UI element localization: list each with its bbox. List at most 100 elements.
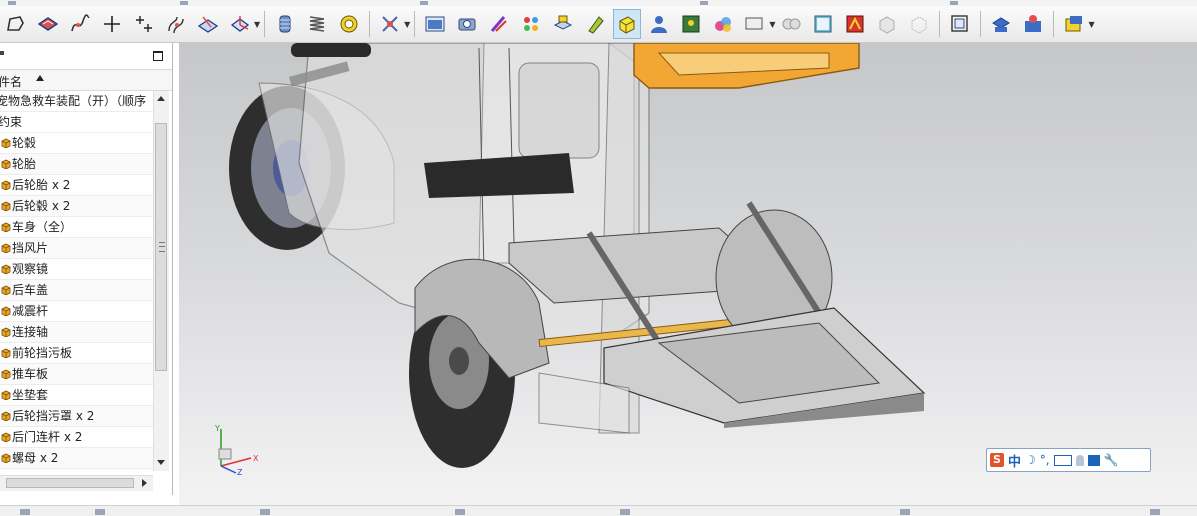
maximize-icon[interactable] <box>153 51 163 61</box>
highlight-icon[interactable] <box>582 10 608 38</box>
plane-icon[interactable] <box>195 10 221 38</box>
component-cube-icon <box>1 222 11 232</box>
dropdown-arrow-icon[interactable]: ▼ <box>769 20 775 29</box>
tree-component-row[interactable]: 后车盖 <box>0 280 153 301</box>
curve-icon[interactable] <box>67 10 93 38</box>
spring-icon[interactable] <box>304 10 330 38</box>
sort-ascending-icon[interactable] <box>36 75 44 81</box>
tree-component-row[interactable]: 推车板 <box>0 364 153 385</box>
navigator-titlebar <box>0 43 172 69</box>
tree-component-row[interactable]: 后轮胎 x 2 <box>0 175 153 196</box>
image-capture-icon[interactable] <box>678 10 704 38</box>
dropdown-arrow-icon[interactable]: ▼ <box>1088 20 1094 29</box>
observation-window[interactable] <box>518 62 600 159</box>
tree-component-row[interactable]: 后轮毂 x 2 <box>0 196 153 217</box>
datum-plane-icon[interactable] <box>35 10 61 38</box>
edit-color-icon[interactable] <box>486 10 512 38</box>
user-role-icon[interactable] <box>646 10 672 38</box>
scroll-right-icon[interactable] <box>142 479 147 487</box>
selected-face-icon[interactable] <box>613 9 642 39</box>
y-axis-label: Y <box>214 424 220 433</box>
toolbar-icon-fragment <box>950 1 958 5</box>
ime-language-toggle[interactable]: 中 <box>1008 451 1021 470</box>
pin-icon[interactable] <box>0 51 4 55</box>
ime-toolbar[interactable]: S 中 ☽ °, 🔧 <box>986 448 1151 472</box>
tree-component-row[interactable]: 后门连杆 x 2 <box>0 427 153 448</box>
tree-component-row[interactable]: 观察镜 <box>0 259 153 280</box>
component-label: 螺母 x 2 <box>12 451 59 465</box>
assembly-navigator-panel: 件名 宠物急救车装配（开）（顺序 约束 轮毂轮胎 后轮胎 x 2 后轮毂 x 2 车身… <box>0 43 173 495</box>
export-icon[interactable] <box>1020 10 1046 38</box>
screenshot-icon[interactable] <box>422 10 448 38</box>
tree-constraints-node[interactable]: 约束 <box>0 112 153 133</box>
cylinder-icon[interactable] <box>272 10 298 38</box>
scroll-down-icon[interactable] <box>157 460 165 465</box>
component-cube-icon <box>1 432 11 442</box>
component-label: 轮毂 <box>12 136 37 150</box>
component-label: 观察镜 <box>12 262 49 276</box>
tree-component-row[interactable]: 挡风片 <box>0 238 153 259</box>
tree-component-row[interactable]: 轮毂 <box>0 133 153 154</box>
material-icon[interactable] <box>518 10 544 38</box>
fit-view-icon[interactable] <box>947 10 973 38</box>
point-set-icon[interactable] <box>131 10 157 38</box>
punctuation-icon[interactable]: °, <box>1040 453 1050 467</box>
sketch-icon[interactable] <box>3 10 29 38</box>
wrench-icon[interactable]: 🔧 <box>1104 453 1119 467</box>
tree-component-row[interactable]: 减震杆 <box>0 301 153 322</box>
moon-icon[interactable]: ☽ <box>1025 453 1036 467</box>
tree-component-row[interactable]: 坐垫套 <box>0 385 153 406</box>
texture-icon[interactable] <box>810 10 836 38</box>
dropdown-arrow-icon[interactable]: ▼ <box>254 20 260 29</box>
toolbar-icon-fragment <box>455 509 465 515</box>
component-cube-icon <box>1 201 11 211</box>
hidden-part-icon[interactable] <box>906 10 932 38</box>
tree-component-row[interactable]: 车身（全） <box>0 217 153 238</box>
layer-settings-icon[interactable] <box>550 10 576 38</box>
component-label: 后门连杆 x 2 <box>12 430 83 444</box>
graphics-viewport[interactable]: Y X Z S 中 ☽ °, 🔧 <box>179 43 1197 505</box>
tree-component-row[interactable]: 螺母 x 2 <box>0 448 153 469</box>
ime-logo-icon[interactable]: S <box>990 453 1004 467</box>
render-icon[interactable] <box>454 10 480 38</box>
toolbar-separator <box>1053 11 1055 37</box>
user-icon[interactable] <box>1075 454 1084 466</box>
component-label: 车身（全） <box>12 220 73 234</box>
vertical-scrollbar[interactable] <box>153 91 169 471</box>
point-icon[interactable] <box>99 10 125 38</box>
tree-component-row[interactable]: 轮胎 <box>0 154 153 175</box>
column-header-label: 件名 <box>0 75 23 89</box>
horizontal-scrollbar[interactable] <box>0 475 153 491</box>
keyboard-icon[interactable] <box>1053 454 1072 466</box>
column-header[interactable]: 件名 <box>0 69 172 91</box>
scrollbar-thumb[interactable] <box>6 478 134 488</box>
component-cube-icon <box>1 390 11 400</box>
component-cube-icon <box>1 306 11 316</box>
skin-icon[interactable] <box>1087 454 1100 466</box>
component-cube-icon <box>1 180 11 190</box>
display-icon[interactable] <box>742 10 768 38</box>
tree-component-row[interactable]: 连接轴 <box>0 322 153 343</box>
datum-csys-icon[interactable] <box>227 10 253 38</box>
vehicle-3d-model[interactable] <box>179 43 1197 505</box>
part-icon[interactable] <box>874 10 900 38</box>
assembly-constraint-icon[interactable] <box>377 10 403 38</box>
bearing-icon[interactable] <box>336 10 362 38</box>
component-label: 轮子 x 4 <box>12 469 58 471</box>
drafting-icon[interactable] <box>988 10 1014 38</box>
tree-root-assembly[interactable]: 宠物急救车装配（开）（顺序 <box>0 91 153 112</box>
camera-icon[interactable] <box>778 10 804 38</box>
offset-curve-icon[interactable] <box>163 10 189 38</box>
studio-icon[interactable] <box>842 10 868 38</box>
tree-component-row[interactable]: 轮子 x 4 <box>0 469 153 471</box>
tree-root-label: 宠物急救车装配（开）（顺序 <box>0 94 147 108</box>
tree-component-row[interactable]: 前轮挡污板 <box>0 343 153 364</box>
tree-component-row[interactable]: 后轮挡污罩 x 2 <box>0 406 153 427</box>
blend-icon[interactable] <box>710 10 736 38</box>
scroll-up-icon[interactable] <box>157 96 165 101</box>
toolbar-icon-fragment <box>180 1 188 5</box>
packaging-icon[interactable] <box>1061 10 1087 38</box>
toolbar-separator <box>264 11 266 37</box>
scrollbar-thumb[interactable] <box>155 123 167 371</box>
dropdown-arrow-icon[interactable]: ▼ <box>404 20 410 29</box>
